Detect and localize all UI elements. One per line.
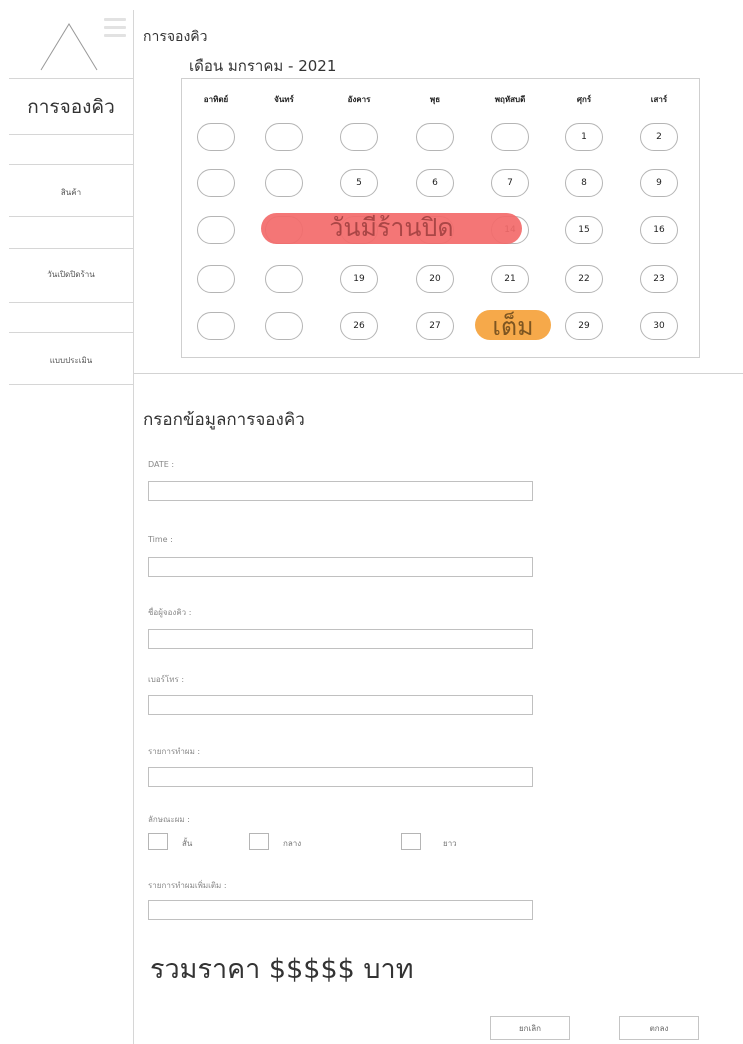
calendar-month: เดือน มกราคม - 2021: [189, 57, 337, 75]
sidebar-divider: [9, 164, 133, 165]
sidebar-divider: [9, 384, 133, 385]
calendar-day-cell[interactable]: 7: [491, 169, 529, 197]
weekday-label: อาทิตย์: [203, 95, 229, 104]
calendar-day-cell[interactable]: [491, 123, 529, 151]
service-label: รายการทำผม :: [148, 747, 201, 756]
calendar-day-cell[interactable]: [265, 123, 303, 151]
calendar-day-cell[interactable]: [265, 312, 303, 340]
calendar-day-cell[interactable]: 16: [640, 216, 678, 244]
hamburger-menu-icon[interactable]: [104, 18, 126, 46]
full-day-label: เต็ม: [492, 312, 534, 341]
calendar-day-cell[interactable]: [265, 265, 303, 293]
sidebar-divider: [9, 332, 133, 333]
calendar-day-cell[interactable]: [197, 169, 235, 197]
hair-length-label: ลักษณะผม :: [148, 815, 190, 824]
calendar-day-cell[interactable]: [265, 169, 303, 197]
logo: [9, 10, 133, 79]
sidebar-item-evaluation[interactable]: แบบประเมิน: [9, 354, 133, 367]
date-input[interactable]: [148, 481, 533, 501]
hair-short-checkbox[interactable]: [148, 833, 168, 850]
hair-medium-checkbox[interactable]: [249, 833, 269, 850]
hair-short-label: สั้น: [182, 839, 193, 848]
service-select[interactable]: [148, 767, 533, 787]
calendar-day-cell[interactable]: 21: [491, 265, 529, 293]
sidebar-divider: [9, 134, 133, 135]
calendar-day-cell[interactable]: 9: [640, 169, 678, 197]
calendar-day-cell[interactable]: 29: [565, 312, 603, 340]
sidebar: การจองคิว สินค้า วันเปิดปิดร้าน แบบประเม…: [9, 10, 134, 1044]
closed-day-label: วันมีร้านปิด: [329, 213, 454, 242]
calendar-day-cell[interactable]: 1: [565, 123, 603, 151]
weekday-label: พุธ: [429, 95, 441, 104]
calendar-day-cell[interactable]: 27: [416, 312, 454, 340]
page-title: การจองคิว: [143, 29, 208, 45]
date-label: DATE :: [148, 460, 175, 469]
calendar-day-cell[interactable]: [197, 265, 235, 293]
calendar-day-cell[interactable]: [197, 312, 235, 340]
weekday-label: จันทร์: [274, 95, 294, 104]
weekday-label: เสาร์: [650, 95, 668, 104]
phone-input[interactable]: [148, 695, 533, 715]
calendar-day-cell[interactable]: 8: [565, 169, 603, 197]
calendar-day-cell[interactable]: 20: [416, 265, 454, 293]
sidebar-item-products[interactable]: สินค้า: [9, 186, 133, 199]
calendar-day-cell[interactable]: [197, 216, 235, 244]
total-price: รวมราคา $$$$$ บาท: [150, 954, 414, 985]
weekday-label: พฤหัสบดี: [494, 95, 526, 104]
calendar-day-cell[interactable]: 5: [340, 169, 378, 197]
sidebar-divider: [9, 248, 133, 249]
calendar-day-cell[interactable]: 30: [640, 312, 678, 340]
calendar-day-cell[interactable]: 15: [565, 216, 603, 244]
calendar-day-cell[interactable]: 2: [640, 123, 678, 151]
phone-label: เบอร์โทร :: [148, 675, 185, 684]
sidebar-divider: [9, 302, 133, 303]
time-label: Time :: [148, 535, 173, 544]
calendar-day-cell[interactable]: 26: [340, 312, 378, 340]
calendar-day-cell[interactable]: [416, 123, 454, 151]
sidebar-title: การจองคิว: [27, 96, 115, 118]
calendar-day-cell[interactable]: 23: [640, 265, 678, 293]
calendar-day-cell[interactable]: 22: [565, 265, 603, 293]
hair-medium-label: กลาง: [283, 839, 302, 848]
extra-service-select[interactable]: [148, 900, 533, 920]
weekday-label: ศุกร์: [576, 95, 592, 104]
extra-service-label: รายการทำผมเพิ่มเติม :: [148, 881, 227, 890]
name-input[interactable]: [148, 629, 533, 649]
sidebar-item-open-close-days[interactable]: วันเปิดปิดร้าน: [9, 268, 133, 281]
sidebar-divider: [9, 216, 133, 217]
logo-triangle-icon: [40, 23, 98, 71]
calendar-day-cell[interactable]: 19: [340, 265, 378, 293]
hair-long-checkbox[interactable]: [401, 833, 421, 850]
calendar-day-cell[interactable]: 6: [416, 169, 454, 197]
form-title: กรอกข้อมูลการจองคิว: [143, 410, 305, 430]
calendar-day-cell[interactable]: [340, 123, 378, 151]
name-label: ชื่อผู้จองคิว :: [148, 608, 192, 617]
confirm-button[interactable]: ตกลง: [619, 1016, 699, 1040]
time-input[interactable]: [148, 557, 533, 577]
section-divider: [134, 373, 743, 374]
cancel-button[interactable]: ยกเลิก: [490, 1016, 570, 1040]
weekday-label: อังคาร: [347, 95, 371, 104]
calendar-day-cell[interactable]: [197, 123, 235, 151]
hair-long-label: ยาว: [443, 839, 457, 848]
